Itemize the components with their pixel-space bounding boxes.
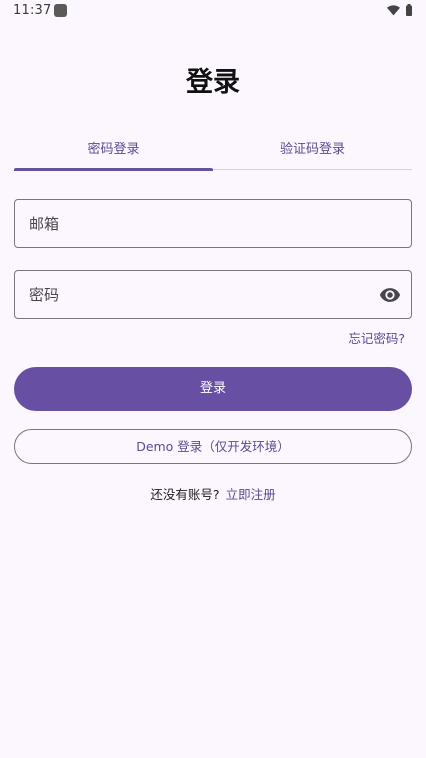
tab-password-login[interactable]: 密码登录 <box>14 132 213 170</box>
login-button[interactable]: 登录 <box>14 367 412 411</box>
page-title: 登录 <box>186 67 240 98</box>
email-field <box>14 199 412 248</box>
status-bar: 11:37 <box>0 0 426 24</box>
tab-code-login[interactable]: 验证码登录 <box>213 132 412 170</box>
email-input[interactable] <box>29 200 369 247</box>
status-time: 11:37 <box>13 3 52 18</box>
notification-app-icon <box>54 4 67 17</box>
demo-login-button[interactable]: Demo 登录（仅开发环境） <box>14 429 412 464</box>
wifi-icon <box>387 5 400 16</box>
battery-icon <box>406 4 412 16</box>
password-field <box>14 270 412 319</box>
password-input[interactable] <box>29 271 369 318</box>
register-line: 还没有账号? 立即注册 <box>0 484 426 503</box>
register-link[interactable]: 立即注册 <box>226 487 276 502</box>
forgot-password-link[interactable]: 忘记密码? <box>348 328 405 347</box>
eye-icon[interactable] <box>379 284 401 306</box>
login-method-tabs: 密码登录 验证码登录 <box>14 132 412 171</box>
register-prompt: 还没有账号? <box>150 487 220 502</box>
login-screen: 11:37 登录 密码登录 验证码登录 忘记密码? 登录 Demo 登录（仅开发… <box>0 0 426 758</box>
tab-active-indicator <box>14 168 213 171</box>
